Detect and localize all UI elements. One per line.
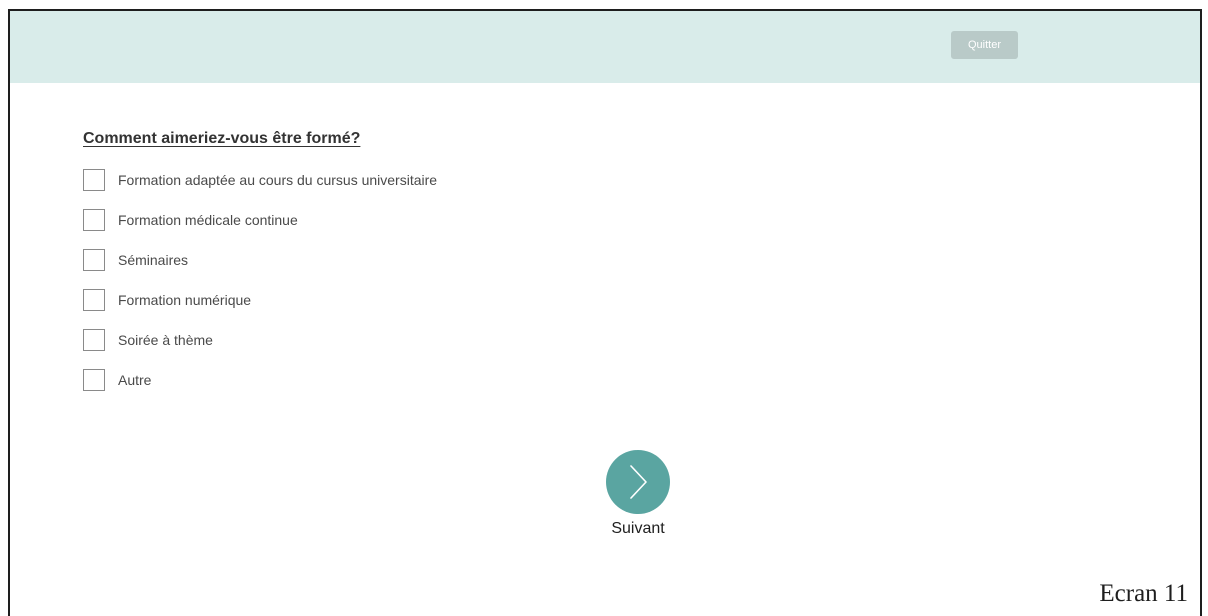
option-label: Formation médicale continue — [118, 212, 298, 228]
question-title: Comment aimeriez-vous être formé? — [83, 130, 361, 147]
option-label: Séminaires — [118, 252, 189, 268]
option-continuing-medical-education[interactable]: Formation médicale continue — [83, 209, 437, 249]
chevron-right-icon — [630, 465, 647, 499]
checkbox[interactable] — [83, 329, 105, 351]
option-themed-evening[interactable]: Soirée à thème — [83, 329, 437, 369]
checkbox[interactable] — [83, 289, 105, 311]
app-frame: Quitter Comment aimeriez-vous être formé… — [8, 9, 1202, 616]
checkbox[interactable] — [83, 209, 105, 231]
option-label: Formation adaptée au cours du cursus uni… — [118, 172, 438, 188]
checkbox[interactable] — [83, 249, 105, 271]
header-bar: Quitter — [10, 11, 1200, 83]
option-seminars[interactable]: Séminaires — [83, 249, 437, 289]
option-label: Formation numérique — [118, 292, 252, 308]
option-other[interactable]: Autre — [83, 369, 437, 409]
option-university-training[interactable]: Formation adaptée au cours du cursus uni… — [83, 169, 437, 209]
option-label: Autre — [118, 372, 152, 388]
next-label: Suivant — [611, 520, 665, 537]
checkbox[interactable] — [83, 169, 105, 191]
option-label: Soirée à thème — [118, 332, 213, 348]
quit-button[interactable]: Quitter — [951, 31, 1018, 59]
screen-label: Ecran 11 — [1099, 580, 1188, 607]
next-button[interactable] — [606, 450, 670, 514]
option-digital-training[interactable]: Formation numérique — [83, 289, 437, 329]
checkbox[interactable] — [83, 369, 105, 391]
options-list: Formation adaptée au cours du cursus uni… — [83, 169, 437, 409]
